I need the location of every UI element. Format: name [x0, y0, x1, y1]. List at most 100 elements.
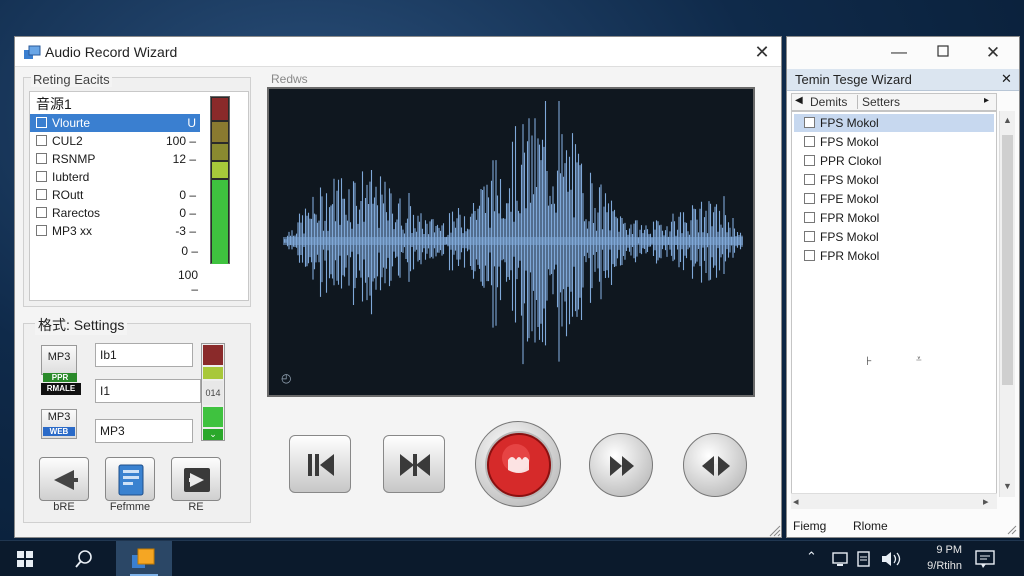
checkbox[interactable]	[804, 117, 815, 128]
tray-expand-icon[interactable]: ⌃	[806, 549, 817, 565]
taskbar-app-audio-record[interactable]	[116, 541, 172, 576]
back-arrow-icon	[54, 470, 78, 490]
resize-grip-icon[interactable]	[767, 523, 781, 537]
list-item[interactable]: ROutt 0 –	[30, 186, 200, 204]
checkbox[interactable]	[804, 231, 815, 242]
checkbox[interactable]	[36, 171, 47, 182]
skip-back-icon	[308, 454, 334, 476]
search-icon[interactable]	[74, 549, 94, 569]
side-tabs: ◀ Demits Setters ▸	[791, 93, 997, 111]
tab-setters[interactable]: Setters	[862, 95, 962, 109]
fast-forward-button[interactable]	[589, 433, 653, 497]
vertical-scrollbar[interactable]: ▲ ▼	[999, 111, 1015, 497]
forward-box-icon	[184, 468, 210, 492]
scrollbar-thumb[interactable]	[1002, 135, 1013, 385]
input-level-meter	[210, 96, 230, 264]
scroll-left-icon[interactable]: ◂	[793, 495, 799, 508]
main-window: Audio Record Wizard ✕ Reting Eacits 音源1 …	[14, 36, 782, 538]
list-item[interactable]: FPE Mokol	[794, 190, 994, 208]
list-item[interactable]: Rarectos 0 –	[30, 204, 200, 222]
checkbox[interactable]	[36, 135, 47, 146]
tab-scroll-right-icon[interactable]: ▸	[984, 95, 989, 106]
scroll-up-icon[interactable]: ▲	[1003, 115, 1012, 125]
record-button[interactable]	[475, 421, 561, 507]
document-tray-icon[interactable]	[856, 551, 874, 567]
maximize-icon	[937, 45, 949, 57]
forward-button[interactable]	[171, 457, 221, 501]
list-item[interactable]: RSNMP 12 –	[30, 150, 200, 168]
output-level-meter: 014 ⌄	[201, 343, 225, 441]
checkbox[interactable]	[36, 117, 47, 128]
file-button[interactable]	[105, 457, 155, 501]
tab-scroll-left-icon[interactable]: ◀	[795, 95, 803, 106]
text-cursor-icon: ⊦	[866, 354, 873, 368]
list-item[interactable]: FPS Mokol	[794, 228, 994, 246]
close-button[interactable]: ✕	[981, 41, 1005, 65]
list-item[interactable]: MP3 xx -3 –	[30, 222, 200, 240]
volume-icon[interactable]	[880, 551, 902, 567]
format-field[interactable]: MP3	[95, 419, 193, 443]
notification-icon[interactable]	[974, 549, 996, 571]
list-item[interactable]: Vlourte U	[30, 114, 200, 132]
maximize-button[interactable]	[931, 41, 955, 65]
preset-list[interactable]: FPS Mokol FPS Mokol PPR Clokol FPS Mokol…	[791, 111, 997, 497]
item-label: FPR Mokol	[820, 211, 880, 225]
resize-grip-icon[interactable]	[1005, 523, 1017, 535]
playhead-icon[interactable]: ◴	[281, 371, 291, 385]
list-item[interactable]: FPS Mokol	[794, 133, 994, 151]
item-label: FPS Mokol	[820, 116, 879, 130]
list-item[interactable]: FPR Mokol	[794, 247, 994, 265]
tab-demits[interactable]: Demits	[810, 95, 858, 109]
item-label: PPR Clokol	[820, 154, 882, 168]
scroll-right-icon[interactable]: ▸	[983, 495, 989, 508]
sort-icon[interactable]: ⩡	[916, 354, 922, 365]
list-item[interactable]: FPR Mokol	[794, 209, 994, 227]
mp3-format-icon[interactable]: MP3	[41, 345, 77, 375]
clock-time[interactable]: 9 PM	[916, 544, 962, 556]
horizontal-scrollbar[interactable]: ◂ ▸	[791, 493, 997, 509]
network-icon[interactable]	[832, 551, 850, 567]
format-tag: RMALE	[41, 383, 81, 395]
checkbox[interactable]	[804, 155, 815, 166]
item-value: U	[187, 116, 196, 130]
list-item[interactable]: CUL2 100 –	[30, 132, 200, 150]
checkbox[interactable]	[36, 225, 47, 236]
file-button-label: Fefmme	[109, 501, 151, 513]
checkbox[interactable]	[804, 193, 815, 204]
windows-start-icon[interactable]	[16, 550, 34, 568]
list-item[interactable]: FPS Mokol	[794, 171, 994, 189]
list-item[interactable]: FPS Mokol	[794, 114, 994, 132]
checkbox[interactable]	[804, 136, 815, 147]
main-titlebar[interactable]: Audio Record Wizard ✕	[15, 37, 781, 67]
skip-back-button[interactable]	[289, 435, 351, 493]
scale-label: 0 –	[181, 244, 198, 258]
checkbox[interactable]	[36, 153, 47, 164]
footer-label: Rlome	[853, 519, 888, 533]
checkbox[interactable]	[36, 189, 47, 200]
preview-label: Redws	[271, 72, 308, 86]
format-icon-text: MP3	[47, 411, 71, 423]
skip-button[interactable]	[383, 435, 445, 493]
waveform-path	[283, 101, 743, 365]
checkbox[interactable]	[804, 250, 815, 261]
checkbox[interactable]	[804, 174, 815, 185]
clock-date[interactable]: 9/Rtihn	[908, 560, 962, 572]
skip-icon	[400, 454, 430, 476]
chevron-down-icon[interactable]: ⌄	[203, 429, 223, 440]
list-item[interactable]: PPR Clokol	[794, 152, 994, 170]
bitrate-field[interactable]: Ib1	[95, 343, 193, 367]
item-label: FPS Mokol	[820, 135, 879, 149]
scroll-down-icon[interactable]: ▼	[1003, 481, 1012, 491]
checkbox[interactable]	[36, 207, 47, 218]
list-item[interactable]: Iubterd	[30, 168, 200, 186]
sample-rate-field[interactable]: I1	[95, 379, 201, 403]
loop-button[interactable]	[683, 433, 747, 497]
close-icon[interactable]: ✕	[1001, 71, 1012, 87]
close-button[interactable]: ✕	[750, 40, 774, 64]
minimize-button[interactable]: —	[887, 41, 911, 65]
input-source-list[interactable]: 音源1 Vlourte U CUL2 100 – RSNMP 12 – Iubt…	[29, 91, 249, 301]
waveform-display[interactable]: ◴	[267, 87, 755, 397]
checkbox[interactable]	[804, 212, 815, 223]
back-button[interactable]	[39, 457, 89, 501]
item-value: 0 –	[179, 206, 196, 220]
